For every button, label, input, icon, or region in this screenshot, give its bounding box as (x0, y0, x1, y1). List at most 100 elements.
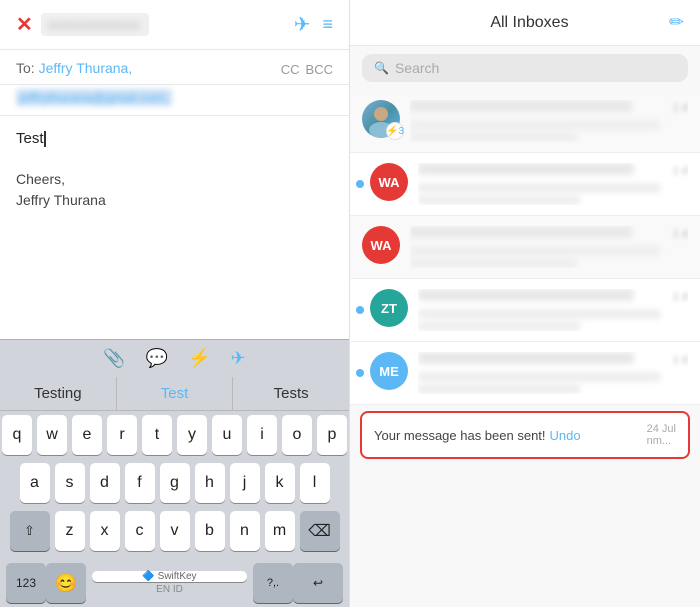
num-key[interactable]: 123 (6, 563, 46, 603)
inbox-sender-4 (418, 289, 634, 301)
inbox-item-header-last: 1 d (418, 352, 688, 368)
inbox-item-2[interactable]: WA 1 d (350, 153, 700, 216)
inbox-sender-3 (410, 226, 632, 238)
emoji-key[interactable]: 😊 (46, 563, 86, 603)
compose-to-blurred: ●●●●●●●●●● (41, 13, 149, 36)
key-y[interactable]: y (177, 415, 207, 455)
key-i[interactable]: i (247, 415, 277, 455)
key-f[interactable]: f (125, 463, 155, 503)
send-icon[interactable]: ✈ (294, 12, 311, 37)
speech-icon[interactable]: 💬 (146, 348, 168, 369)
inbox-preview-1a (410, 120, 660, 130)
inbox-preview-4b (418, 321, 580, 331)
key-g[interactable]: g (160, 463, 190, 503)
key-c[interactable]: c (125, 511, 155, 551)
compose-body[interactable]: Test Cheers, Jeffry Thurana (0, 116, 349, 339)
inbox-item-last[interactable]: ME 1 d (350, 342, 700, 405)
avatar-container-3: WA (362, 226, 400, 264)
inbox-item-header-4: 1 d (418, 289, 688, 305)
to-name[interactable]: Jeffry Thurana, (39, 60, 133, 76)
inbox-item-header-2: 1 d (418, 163, 688, 179)
inbox-preview-last-b (418, 384, 580, 394)
return-key[interactable]: ↩ (293, 563, 343, 603)
key-k[interactable]: k (265, 463, 295, 503)
key-o[interactable]: o (282, 415, 312, 455)
autocomplete-tests[interactable]: Tests (233, 377, 349, 410)
search-icon: 🔍 (374, 61, 389, 75)
to-label: To: (16, 60, 39, 76)
inbox-item-4[interactable]: ZT 1 d (350, 279, 700, 342)
backspace-key[interactable]: ⌫ (300, 511, 340, 551)
locale-label: EN ID (156, 584, 183, 595)
compose-subject: Test (16, 128, 333, 149)
attachment-icon[interactable]: 📎 (103, 348, 125, 369)
inbox-preview-3a (410, 246, 660, 256)
to-field: To: Jeffry Thurana, (16, 60, 132, 78)
bcc-button[interactable]: BCC (306, 62, 333, 77)
inbox-panel: All Inboxes ✏ 🔍 Search ⚡3 1 d (350, 0, 700, 607)
search-bar[interactable]: 🔍 Search (362, 54, 688, 82)
key-j[interactable]: j (230, 463, 260, 503)
key-b[interactable]: b (195, 511, 225, 551)
sent-notification-section: ME 1 d Your message has been sent! Undo (350, 342, 700, 459)
inbox-content-1: 1 d (410, 100, 688, 142)
inbox-time-4: 1 d (673, 291, 688, 303)
inbox-content-3: 1 d (410, 226, 688, 268)
space-key[interactable]: 🔷 SwiftKey (92, 571, 247, 582)
inbox-item-1[interactable]: ⚡3 1 d (350, 90, 700, 153)
search-placeholder: Search (395, 60, 439, 76)
keyboard-bottom-row: 123 😊 🔷 SwiftKey EN ID ?,. ↩ (2, 559, 347, 605)
inbox-title: All Inboxes (490, 14, 568, 32)
sent-notification-content: Your message has been sent! Undo (374, 428, 581, 443)
send-draft-icon[interactable]: ✈ (231, 348, 246, 369)
cc-button[interactable]: CC (281, 62, 300, 77)
shift-key[interactable]: ⇧ (10, 511, 50, 551)
subject-text: Test (16, 130, 44, 147)
key-r[interactable]: r (107, 415, 137, 455)
autocomplete-testing[interactable]: Testing (0, 377, 117, 410)
key-t[interactable]: t (142, 415, 172, 455)
avatar-container-1: ⚡3 (362, 100, 400, 138)
undo-button[interactable]: Undo (550, 428, 581, 443)
inbox-sender-2 (418, 163, 634, 175)
key-z[interactable]: z (55, 511, 85, 551)
close-icon[interactable]: ✕ (16, 12, 33, 37)
key-n[interactable]: n (230, 511, 260, 551)
inbox-sender-1 (410, 100, 632, 112)
key-d[interactable]: d (90, 463, 120, 503)
inbox-preview-1b (410, 132, 577, 142)
signature-line1: Cheers, (16, 169, 333, 190)
key-a[interactable]: a (20, 463, 50, 503)
key-m[interactable]: m (265, 511, 295, 551)
menu-icon[interactable]: ≡ (322, 14, 333, 35)
punct-key[interactable]: ?,. (253, 563, 293, 603)
compose-header-right: ✈ ≡ (294, 12, 333, 37)
inbox-item-header-1: 1 d (410, 100, 688, 116)
swiftkey-label: 🔷 SwiftKey (142, 571, 196, 582)
email-address-blurred: jeffrythurana@gmail.com, (16, 89, 172, 106)
key-q[interactable]: q (2, 415, 32, 455)
inbox-time-1: 1 d (673, 102, 688, 114)
compose-new-icon[interactable]: ✏ (669, 12, 684, 33)
key-v[interactable]: v (160, 511, 190, 551)
autocomplete-test[interactable]: Test (117, 377, 234, 410)
key-p[interactable]: p (317, 415, 347, 455)
keyboard-row-1: q w e r t y u i o p (2, 415, 347, 455)
inbox-sender-last (418, 352, 634, 364)
unread-dot-2 (356, 180, 364, 188)
key-l[interactable]: l (300, 463, 330, 503)
key-h[interactable]: h (195, 463, 225, 503)
lightning-icon[interactable]: ⚡ (188, 348, 210, 369)
key-x[interactable]: x (90, 511, 120, 551)
key-u[interactable]: u (212, 415, 242, 455)
unread-dot-last (356, 369, 364, 377)
inbox-item-3[interactable]: WA 1 d (350, 216, 700, 279)
sent-time: 24 Julnm... (647, 423, 676, 447)
inbox-preview-last-a (418, 372, 661, 382)
compose-recipients: To: Jeffry Thurana, CC BCC (0, 50, 349, 85)
inbox-header: All Inboxes ✏ (350, 0, 700, 46)
key-e[interactable]: e (72, 415, 102, 455)
avatar-wa-1: WA (370, 163, 408, 201)
key-s[interactable]: s (55, 463, 85, 503)
key-w[interactable]: w (37, 415, 67, 455)
